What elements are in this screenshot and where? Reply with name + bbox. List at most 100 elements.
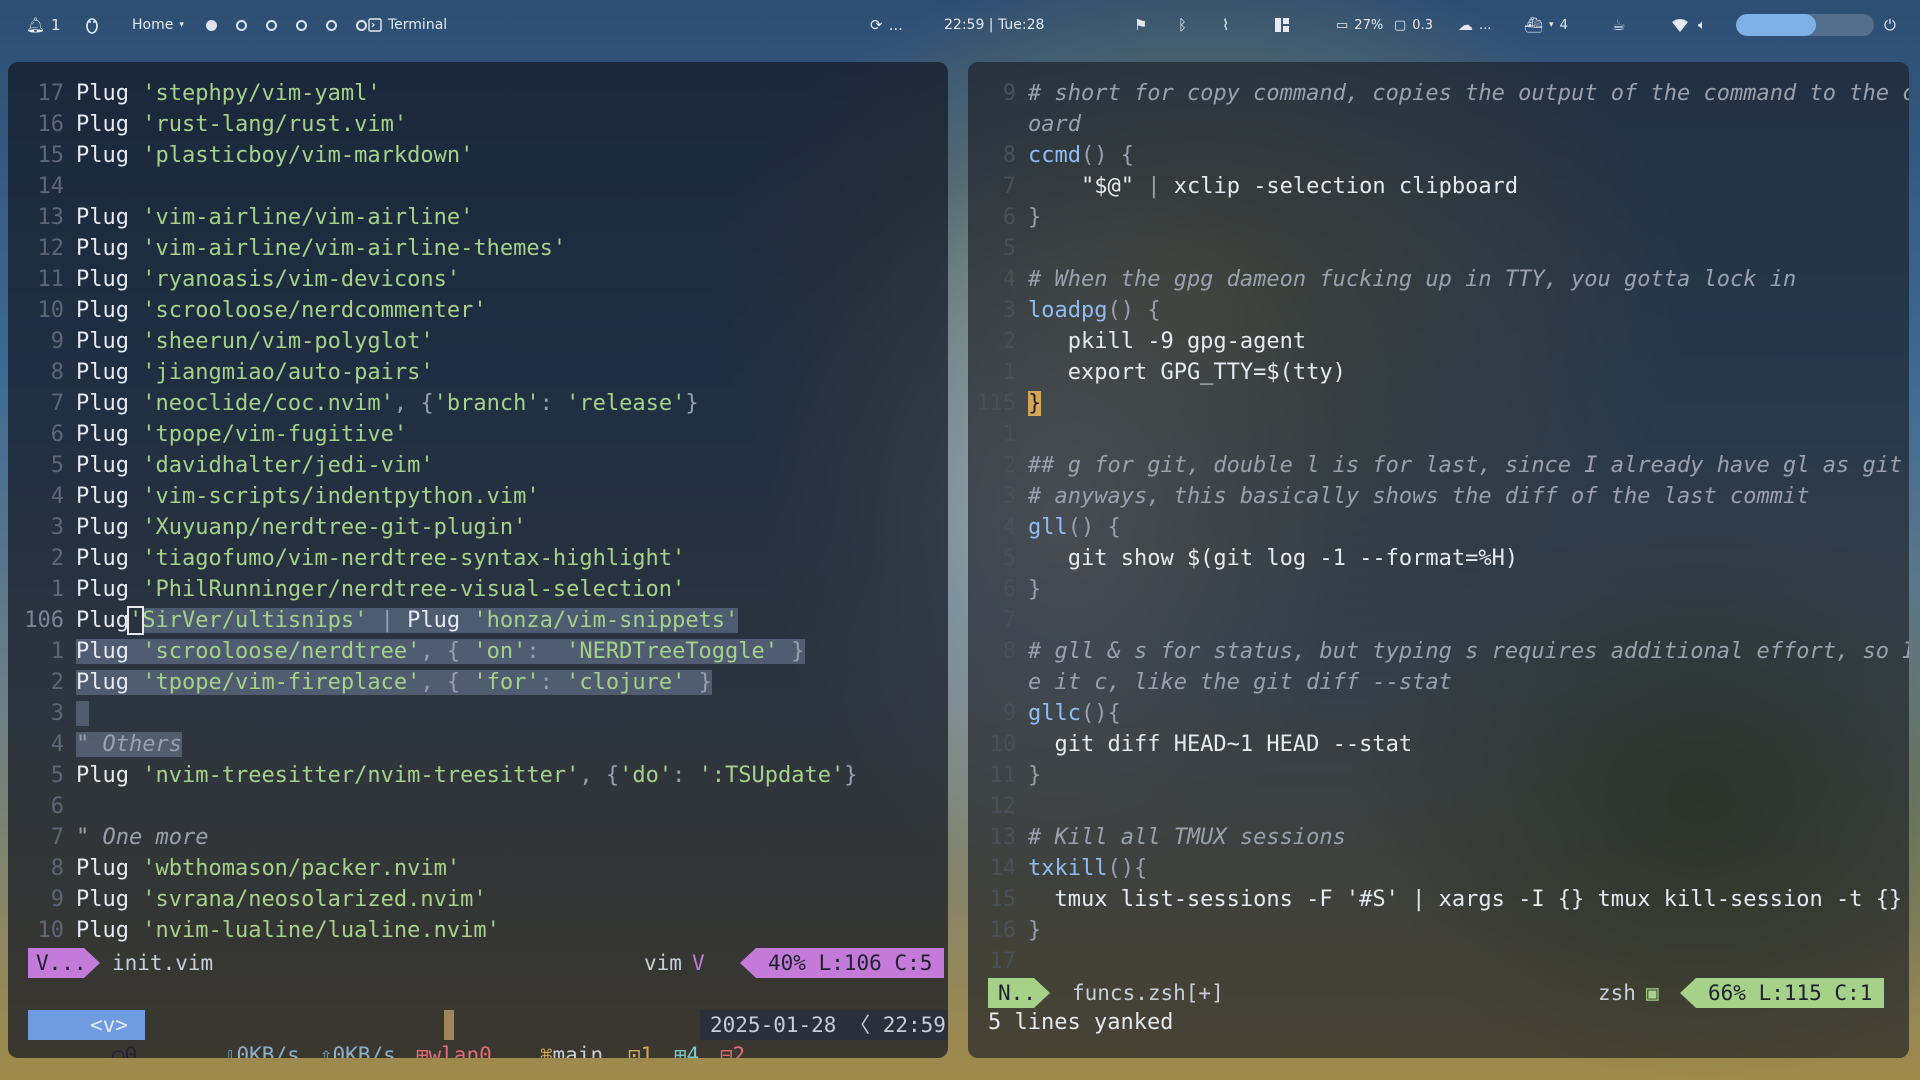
code-line[interactable]: 6} bbox=[968, 202, 1042, 233]
workspace-3-dot[interactable] bbox=[266, 19, 277, 31]
workspace-2-dot[interactable] bbox=[236, 19, 247, 31]
code-line[interactable]: 4 # When the gpg dameon fucking up in TTY… bbox=[968, 264, 1796, 295]
code-line[interactable]: 6} bbox=[968, 574, 1042, 605]
workspace-1-dot[interactable] bbox=[206, 19, 217, 31]
paperclip-icon[interactable]: ⌇ bbox=[1222, 0, 1229, 50]
code-line[interactable]: 13 # Kill all TMUX sessions bbox=[968, 822, 1346, 853]
code-line[interactable]: 1 export GPG_TTY=$(tty) bbox=[968, 357, 1346, 388]
bluetooth-icon[interactable]: ᛒ bbox=[1178, 0, 1187, 50]
code-line[interactable]: 10 Plug 'scrooloose/nerdcommenter' bbox=[8, 295, 487, 326]
code-line[interactable]: 9 # short for copy command, copies the ou… bbox=[968, 78, 1909, 109]
code-token: 'vim-airline/vim-airline-themes' bbox=[142, 236, 567, 261]
volume-icon[interactable]: 🔈︎ bbox=[1698, 0, 1706, 50]
code-token: 'tpope/vim-fugitive' bbox=[142, 422, 408, 447]
code-line[interactable]: 3 bbox=[8, 698, 90, 729]
code-line[interactable]: 8 Plug 'wbthomason/packer.nvim' bbox=[8, 853, 460, 884]
code-line[interactable]: 9 gllc(){ bbox=[968, 698, 1121, 729]
left-editor-pane[interactable]: 17 Plug 'stephpy/vim-yaml' 16 Plug 'rust-la… bbox=[8, 62, 948, 1058]
code-line[interactable]: 5 Plug 'nvim-treesitter/nvim-treesitter',… bbox=[8, 760, 858, 791]
rocket-icon[interactable]: ⚑ bbox=[1134, 0, 1147, 50]
active-window-title[interactable]: Terminal bbox=[368, 0, 447, 50]
code-line[interactable]: 7 "$@" | xclip -selection clipboard bbox=[968, 171, 1518, 202]
code-token: pkill -9 gpg-agent bbox=[1028, 329, 1307, 354]
code-line[interactable]: 13 Plug 'vim-airline/vim-airline' bbox=[8, 202, 474, 233]
layout-icon[interactable] bbox=[1274, 0, 1290, 50]
code-line[interactable]: e it c, like the git diff --stat bbox=[968, 667, 1452, 698]
code-line[interactable]: 1 bbox=[968, 419, 1028, 450]
code-line[interactable]: 7 bbox=[968, 605, 1028, 636]
cpu-indicator[interactable]: ▢ 0.3 bbox=[1394, 0, 1433, 50]
mug-icon[interactable]: ☕︎ bbox=[1612, 0, 1625, 50]
code-line[interactable]: oard bbox=[968, 109, 1081, 140]
code-line[interactable]: 16 Plug 'rust-lang/rust.vim' bbox=[8, 109, 408, 140]
code-line[interactable]: 15 Plug 'plasticboy/vim-markdown' bbox=[8, 140, 474, 171]
code-line[interactable]: 16} bbox=[968, 915, 1042, 946]
battery-indicator[interactable]: ▭ 27% bbox=[1336, 0, 1383, 50]
line-number: 17 bbox=[989, 949, 1017, 974]
code-line[interactable]: 10 Plug 'nvim-lualine/lualine.nvim' bbox=[8, 915, 500, 946]
monitor-icon: ▢ bbox=[1394, 17, 1407, 33]
code-line[interactable]: 6 Plug 'tpope/vim-fugitive' bbox=[8, 419, 407, 450]
code-line[interactable]: 17 Plug 'stephpy/vim-yaml' bbox=[8, 78, 381, 109]
code-line[interactable]: 2 Plug 'tiagofumo/vim-nerdtree-syntax-hig… bbox=[8, 543, 686, 574]
code-token: xclip -selection clipboard bbox=[1173, 174, 1519, 199]
code-line[interactable]: 4 " Others bbox=[8, 729, 182, 760]
refresh-indicator[interactable]: ⟳ ... bbox=[870, 0, 903, 50]
right-editor-pane[interactable]: 9 # short for copy command, copies the ou… bbox=[968, 62, 1909, 1058]
notification-indicator[interactable]: 🔔︎ 1 bbox=[26, 0, 61, 50]
workspace-4-dot[interactable] bbox=[296, 19, 307, 31]
code-line[interactable]: 5 git show $(git log -1 --format=%H) bbox=[968, 543, 1518, 574]
linux-logo-icon[interactable] bbox=[84, 0, 100, 50]
docker-indicator[interactable]: ⛴ ▾ 4 bbox=[1524, 0, 1568, 50]
code-line[interactable]: 12 Plug 'vim-airline/vim-airline-themes' bbox=[8, 233, 567, 264]
code-token: () { bbox=[1067, 515, 1121, 540]
code-line[interactable]: 11 Plug 'ryanoasis/vim-devicons' bbox=[8, 264, 461, 295]
code-token: txkill bbox=[1028, 856, 1108, 881]
code-line[interactable]: 10 git diff HEAD~1 HEAD --stat bbox=[968, 729, 1413, 760]
code-line[interactable]: 2 Plug 'tpope/vim-fireplace', { 'for': 'c… bbox=[8, 667, 712, 698]
code-line[interactable]: 1 Plug 'PhilRunninger/nerdtree-visual-sel… bbox=[8, 574, 686, 605]
battery-icon: ▭ bbox=[1336, 17, 1349, 33]
code-line[interactable]: 11} bbox=[968, 760, 1042, 791]
home-dropdown[interactable]: Home ▾ bbox=[132, 0, 184, 50]
code-line[interactable]: 8 ccmd() { bbox=[968, 140, 1134, 171]
command-message: 5 lines yanked bbox=[988, 1010, 1174, 1035]
code-line[interactable]: 106 Plug'SirVer/ultisnips' | Plug 'honza/… bbox=[8, 605, 739, 636]
code-line[interactable]: 4 gll() { bbox=[968, 512, 1121, 543]
power-icon[interactable]: ⏻ bbox=[1884, 0, 1896, 50]
code-line[interactable]: 115} bbox=[968, 388, 1042, 419]
code-line[interactable]: 14 bbox=[8, 171, 76, 202]
cloud-indicator[interactable]: ☁ ... bbox=[1458, 0, 1491, 50]
clock[interactable]: 22:59 | Tue:28 bbox=[944, 0, 1044, 50]
code-line[interactable]: 2 ## g for git, double l is for last, sin… bbox=[968, 450, 1909, 481]
code-line[interactable]: 7 " One more bbox=[8, 822, 209, 853]
code-line[interactable]: 8 Plug 'jiangmiao/auto-pairs' bbox=[8, 357, 434, 388]
code-line[interactable]: 6 bbox=[8, 791, 76, 822]
code-line[interactable]: 3 loadpg() { bbox=[968, 295, 1161, 326]
statusline-separator bbox=[740, 948, 756, 978]
code-token: # When the gpg dameon fucking up in TTY,… bbox=[1028, 267, 1797, 292]
code-line[interactable]: 5 Plug 'davidhalter/jedi-vim' bbox=[8, 450, 434, 481]
code-line[interactable]: 2 pkill -9 gpg-agent bbox=[968, 326, 1306, 357]
workspace-6-dot[interactable] bbox=[356, 19, 367, 31]
code-line[interactable]: 7 Plug 'neoclide/coc.nvim', {'branch': 'r… bbox=[8, 388, 699, 419]
code-line[interactable]: 14 txkill(){ bbox=[968, 853, 1148, 884]
code-line[interactable]: 4 Plug 'vim-scripts/indentpython.vim' bbox=[8, 481, 540, 512]
wifi-icon[interactable] bbox=[1672, 0, 1688, 50]
code-line[interactable]: 12 bbox=[968, 791, 1028, 822]
code-line[interactable]: 15 tmux list-sessions -F '#S' | xargs -I… bbox=[968, 884, 1903, 915]
code-line[interactable]: 8 # gll & s for status, but typing s requ… bbox=[968, 636, 1909, 667]
code-token: 'plasticboy/vim-markdown' bbox=[142, 143, 474, 168]
code-line[interactable]: 5 bbox=[968, 233, 1028, 264]
download-icon: ⇩ bbox=[223, 1043, 237, 1058]
code-token: loadpg bbox=[1028, 298, 1108, 323]
code-line[interactable]: 17 bbox=[968, 946, 1028, 977]
code-line[interactable]: 9 Plug 'sheerun/vim-polyglot' bbox=[8, 326, 434, 357]
code-line[interactable]: 3 Plug 'Xuyuanp/nerdtree-git-plugin' bbox=[8, 512, 527, 543]
workspace-5-dot[interactable] bbox=[326, 19, 337, 31]
volume-slider[interactable] bbox=[1736, 14, 1874, 36]
code-line[interactable]: 1 Plug 'scrooloose/nerdtree', { 'on': 'NE… bbox=[8, 636, 805, 667]
code-line[interactable]: 9 Plug 'svrana/neosolarized.nvim' bbox=[8, 884, 487, 915]
code-line[interactable]: 3 # anyways, this basically shows the dif… bbox=[968, 481, 1810, 512]
code-token: 'wbthomason/packer.nvim' bbox=[142, 856, 461, 881]
